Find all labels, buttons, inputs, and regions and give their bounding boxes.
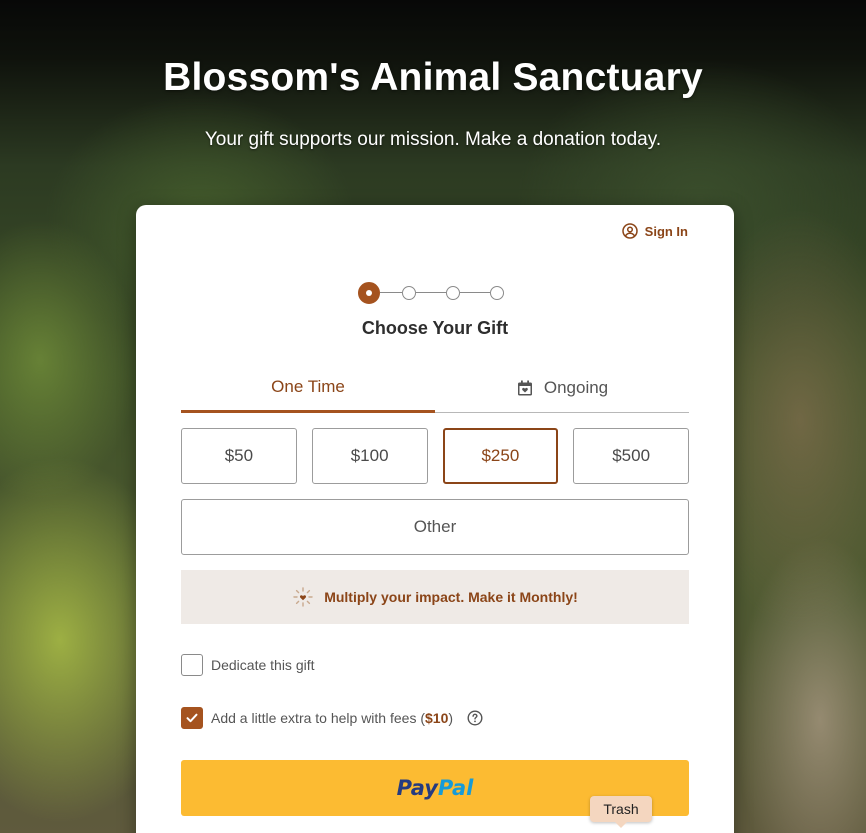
tab-ongoing-label: Ongoing bbox=[543, 377, 609, 397]
amount-options: $50 $100 $250 $500 bbox=[181, 428, 689, 484]
cover-fees-label: Add a little extra to help with fees ($1… bbox=[211, 710, 453, 726]
promo-text: Multiply your impact. Make it Monthly! bbox=[324, 589, 578, 605]
step-2-indicator bbox=[402, 286, 416, 300]
other-amount-button[interactable]: Other bbox=[181, 499, 689, 555]
dedicate-label: Dedicate this gift bbox=[211, 657, 315, 673]
fee-amount: $10 bbox=[425, 710, 449, 726]
paypal-logo-part2: Pal bbox=[437, 776, 474, 800]
step-connector bbox=[380, 292, 402, 293]
step-3-indicator bbox=[446, 286, 460, 300]
tab-one-time-label: One Time bbox=[271, 376, 345, 396]
dedicate-gift-row[interactable]: Dedicate this gift bbox=[181, 654, 315, 676]
frequency-tabs: One Time Ongoing bbox=[181, 363, 689, 413]
sign-in-link[interactable]: Sign In bbox=[621, 223, 688, 239]
amount-500-button[interactable]: $500 bbox=[573, 428, 689, 484]
monthly-promo-banner[interactable]: Multiply your impact. Make it Monthly! bbox=[181, 570, 689, 624]
progress-stepper bbox=[358, 282, 508, 304]
cover-fees-row[interactable]: Add a little extra to help with fees ($1… bbox=[181, 707, 483, 729]
fees-label-prefix: Add a little extra to help with fees ( bbox=[211, 710, 425, 726]
sign-in-label: Sign In bbox=[644, 223, 688, 239]
sparkle-heart-icon bbox=[293, 587, 313, 607]
tab-one-time[interactable]: One Time bbox=[181, 363, 435, 413]
paypal-logo-part1: Pay bbox=[396, 776, 438, 800]
step-connector bbox=[416, 292, 446, 293]
user-circle-icon bbox=[621, 223, 638, 239]
amount-250-button[interactable]: $250 bbox=[442, 428, 559, 484]
checkmark-icon bbox=[186, 713, 198, 723]
tab-ongoing[interactable]: Ongoing bbox=[435, 363, 689, 412]
calendar-heart-icon bbox=[517, 380, 532, 395]
page-title: Blossom's Animal Sanctuary bbox=[163, 56, 703, 99]
dedicate-checkbox[interactable] bbox=[181, 654, 203, 676]
trash-tooltip: Trash bbox=[590, 796, 652, 828]
amount-50-button[interactable]: $50 bbox=[181, 428, 297, 484]
step-title: Choose Your Gift bbox=[361, 318, 509, 338]
step-1-indicator bbox=[358, 282, 380, 304]
help-icon[interactable] bbox=[467, 710, 483, 726]
cover-fees-checkbox[interactable] bbox=[181, 707, 203, 729]
page-subtitle: Your gift supports our mission. Make a d… bbox=[204, 129, 662, 150]
step-4-indicator bbox=[490, 286, 504, 300]
fees-label-suffix: ) bbox=[448, 710, 454, 726]
step-connector bbox=[460, 292, 490, 293]
amount-100-button[interactable]: $100 bbox=[311, 428, 428, 484]
donation-card: Sign In Choose Your Gift One Time Ongoin… bbox=[136, 205, 734, 833]
